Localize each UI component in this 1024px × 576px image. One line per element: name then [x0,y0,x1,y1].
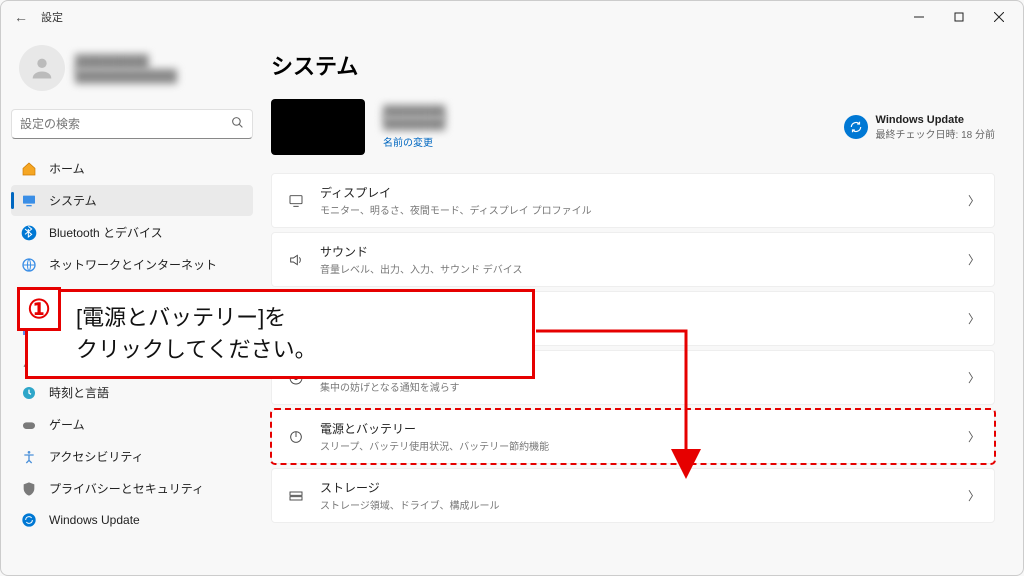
settings-item-sound[interactable]: サウンド音量レベル、出力、入力、サウンド デバイス 〉 [271,232,995,287]
sidebar-item-privacy[interactable]: プライバシーとセキュリティ [11,473,253,504]
sidebar-item-label: システム [49,192,97,209]
item-title: ディスプレイ [320,184,592,201]
chevron-right-icon: 〉 [968,369,980,386]
minimize-button[interactable] [899,1,939,33]
display-icon [286,191,306,211]
sidebar-item-label: Windows Update [49,513,140,527]
callout-text: [電源とバッテリー]を クリックしてください。 [25,289,535,379]
sidebar-item-label: ホーム [49,160,85,177]
device-row: ████████ ████████ 名前の変更 Windows Update 最… [271,99,995,155]
callout-arrow [536,329,706,484]
privacy-icon [21,481,37,497]
sidebar-item-label: ゲーム [49,416,85,433]
window-controls [899,1,1019,33]
close-button[interactable] [979,1,1019,33]
update-icon [21,512,37,528]
sidebar-item-label: 時刻と言語 [49,384,109,401]
callout-number: ① [17,287,61,331]
chevron-right-icon: 〉 [968,251,980,268]
update-sub: 最終チェック日時: 18 分前 [876,126,995,141]
chevron-right-icon: 〉 [968,428,980,445]
profile-email: ████████████ [75,69,177,83]
rename-link[interactable]: 名前の変更 [383,134,445,149]
sidebar-item-label: アクセシビリティ [49,448,144,465]
gaming-icon [21,417,37,433]
avatar [19,45,65,91]
power-icon [286,427,306,447]
sound-icon [286,250,306,270]
instruction-callout: ① [電源とバッテリー]を クリックしてください。 [25,289,535,379]
sidebar-item-gaming[interactable]: ゲーム [11,409,253,440]
sidebar-item-home[interactable]: ホーム [11,153,253,184]
sidebar-item-label: ネットワークとインターネット [49,256,217,273]
home-icon [21,161,37,177]
titlebar: ← 設定 [1,1,1023,33]
time-icon [21,385,37,401]
sidebar-item-label: プライバシーとセキュリティ [49,480,204,497]
sidebar-item-bluetooth[interactable]: Bluetooth とデバイス [11,217,253,248]
search-input[interactable] [20,117,231,131]
network-icon [21,257,37,273]
search-icon [231,116,244,132]
item-subtitle: 音量レベル、出力、入力、サウンド デバイス [320,261,522,276]
system-icon [21,193,37,209]
item-title: 電源とバッテリー [320,420,549,437]
chevron-right-icon: 〉 [968,192,980,209]
item-subtitle: ストレージ領域、ドライブ、構成ルール [320,497,500,512]
search-box[interactable] [11,109,253,139]
device-name: ████████ [383,106,445,118]
update-title: Windows Update [876,114,995,126]
sidebar-item-network[interactable]: ネットワークとインターネット [11,249,253,280]
item-subtitle: 集中の妨げとなる通知を減らす [320,379,460,394]
sidebar-item-accessibility[interactable]: アクセシビリティ [11,441,253,472]
item-title: サウンド [320,243,522,260]
storage-icon [286,486,306,506]
settings-item-display[interactable]: ディスプレイモニター、明るさ、夜間モード、ディスプレイ プロファイル 〉 [271,173,995,228]
windows-update-tile[interactable]: Windows Update 最終チェック日時: 18 分前 [844,114,995,141]
update-icon [844,115,868,139]
sidebar-item-system[interactable]: システム [11,185,253,216]
chevron-right-icon: 〉 [968,310,980,327]
profile-block[interactable]: ████████ ████████████ [11,33,253,109]
item-title: ストレージ [320,479,500,496]
maximize-button[interactable] [939,1,979,33]
app-title: 設定 [41,9,63,25]
device-model: ████████ [383,118,445,130]
profile-name: ████████ [75,54,177,69]
back-button[interactable]: ← [5,1,37,33]
accessibility-icon [21,449,37,465]
chevron-right-icon: 〉 [968,487,980,504]
sidebar-item-time[interactable]: 時刻と言語 [11,377,253,408]
item-subtitle: モニター、明るさ、夜間モード、ディスプレイ プロファイル [320,202,592,217]
sidebar-item-update[interactable]: Windows Update [11,505,253,535]
page-title: システム [271,33,995,99]
sidebar-item-label: Bluetooth とデバイス [49,224,163,241]
device-thumbnail [271,99,365,155]
bluetooth-icon [21,225,37,241]
item-subtitle: スリープ、バッテリ使用状況、バッテリー節約機能 [320,438,549,453]
